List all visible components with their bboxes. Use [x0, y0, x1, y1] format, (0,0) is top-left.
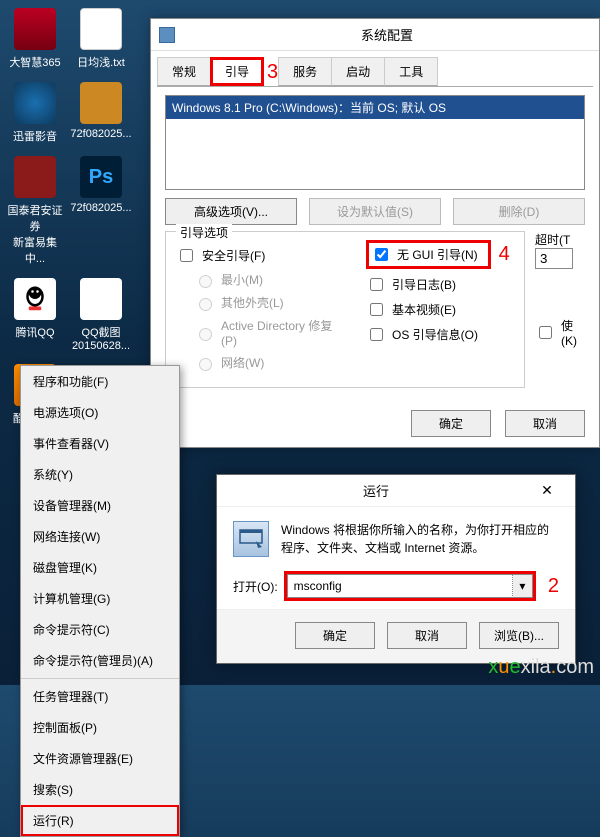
desktop-icon-qq[interactable]: 腾讯QQ: [4, 278, 66, 352]
run-icon: [233, 521, 269, 557]
icon-label: 72f082025...: [70, 128, 131, 140]
menu-programs-features[interactable]: 程序和功能(F): [21, 366, 179, 397]
msconfig-title: 系统配置: [183, 25, 591, 44]
tab-boot[interactable]: 引导: [210, 57, 264, 86]
boot-list[interactable]: Windows 8.1 Pro (C:\Windows)：当前 OS; 默认 O…: [165, 95, 585, 190]
timeout-input[interactable]: [535, 248, 573, 269]
safeboot-minimal: 最小(M): [194, 271, 346, 288]
msconfig-icon: [159, 27, 175, 43]
menu-run[interactable]: 运行(R): [21, 805, 179, 836]
menu-network[interactable]: 网络连接(W): [21, 521, 179, 552]
safeboot-shell: 其他外壳(L): [194, 294, 346, 311]
open-input[interactable]: [287, 574, 513, 598]
safeboot-checkbox[interactable]: 安全引导(F): [176, 246, 346, 265]
delete-button: 删除(D): [453, 198, 585, 225]
menu-cmd[interactable]: 命令提示符(C): [21, 614, 179, 645]
safeboot-ad: Active Directory 修复(P): [194, 317, 346, 348]
tab-services[interactable]: 服务: [278, 57, 332, 86]
open-label: 打开(O):: [233, 578, 278, 595]
tab-tools[interactable]: 工具: [384, 57, 438, 86]
desktop-icon-ps[interactable]: Ps 72f082025...: [70, 156, 132, 266]
desktop-icon-xunlei[interactable]: 迅雷影音: [4, 82, 66, 144]
tab-startup[interactable]: 启动: [331, 57, 385, 86]
menu-power-options[interactable]: 电源选项(O): [21, 397, 179, 428]
menu-task-manager[interactable]: 任务管理器(T): [21, 681, 179, 712]
menu-disk-mgmt[interactable]: 磁盘管理(K): [21, 552, 179, 583]
tabs: 常规 引导 3 服务 启动 工具: [157, 57, 593, 87]
menu-computer-mgmt[interactable]: 计算机管理(G): [21, 583, 179, 614]
group-title: 引导选项: [176, 224, 232, 241]
watermark: xuexila.com: [488, 656, 594, 679]
os-boot-info-checkbox[interactable]: OS 引导信息(O): [366, 325, 514, 344]
boot-log-checkbox[interactable]: 引导日志(B): [366, 275, 514, 294]
icon-label: 大智慧365: [9, 57, 60, 69]
icon-label: 腾讯QQ: [15, 327, 54, 339]
icon-label: 72f082025...: [70, 202, 131, 214]
menu-system[interactable]: 系统(Y): [21, 459, 179, 490]
desktop-icon-dzh[interactable]: 大智慧365: [4, 8, 66, 70]
icon-label: 日均浅.txt: [77, 57, 125, 69]
no-gui-boot-checkbox[interactable]: 无 GUI 引导(N): [366, 240, 491, 269]
dropdown-arrow-icon[interactable]: ▾: [513, 574, 533, 598]
run-description: Windows 将根据你所输入的名称，为你打开相应的程序、文件夹、文档或 Int…: [281, 521, 559, 557]
base-video-checkbox[interactable]: 基本视频(E): [366, 300, 514, 319]
annotation-3: 3: [267, 61, 278, 84]
ok-button[interactable]: 确定: [411, 410, 491, 437]
run-title: 运行: [225, 481, 527, 500]
make-permanent-checkbox[interactable]: 使 (K): [535, 317, 585, 348]
menu-explorer[interactable]: 文件资源管理器(E): [21, 743, 179, 774]
qq-icon: [20, 284, 50, 314]
desktop-icon-txt[interactable]: 日均浅.txt: [70, 8, 132, 70]
menu-event-viewer[interactable]: 事件查看器(V): [21, 428, 179, 459]
desktop-icon-img1[interactable]: 72f082025...: [70, 82, 132, 144]
desktop-icon-qqjt[interactable]: QQ截图 20150628...: [70, 278, 132, 352]
menu-cmd-admin[interactable]: 命令提示符(管理员)(A): [21, 645, 179, 676]
annotation-4: 4: [499, 243, 510, 266]
menu-control-panel[interactable]: 控制面板(P): [21, 712, 179, 743]
desktop-icon-gtja[interactable]: 国泰君安证券 新富易集中...: [4, 156, 66, 266]
advanced-options-button[interactable]: 高级选项(V)...: [165, 198, 297, 225]
icon-label: 国泰君安证券 新富易集中...: [8, 205, 63, 265]
run-ok-button[interactable]: 确定: [295, 622, 375, 649]
open-combobox[interactable]: ▾: [284, 571, 536, 601]
boot-entry[interactable]: Windows 8.1 Pro (C:\Windows)：当前 OS; 默认 O…: [166, 96, 584, 119]
timeout-column: 超时(T 使 (K): [535, 231, 585, 388]
winx-menu: 程序和功能(F) 电源选项(O) 事件查看器(V) 系统(Y) 设备管理器(M)…: [20, 365, 180, 837]
annotation-2: 2: [548, 575, 559, 598]
timeout-label: 超时(T: [535, 231, 585, 248]
menu-search[interactable]: 搜索(S): [21, 774, 179, 805]
msconfig-titlebar[interactable]: 系统配置: [151, 19, 599, 51]
icon-label: 迅雷影音: [13, 131, 57, 143]
boot-options-group: 引导选项 安全引导(F) 最小(M) 其他外壳(L): [165, 231, 525, 388]
run-titlebar[interactable]: 运行 ✕: [217, 475, 575, 507]
run-cancel-button[interactable]: 取消: [387, 622, 467, 649]
menu-divider: [21, 678, 179, 679]
close-button[interactable]: ✕: [527, 482, 567, 499]
run-browse-button[interactable]: 浏览(B)...: [479, 622, 559, 649]
msconfig-window: 系统配置 常规 引导 3 服务 启动 工具 Windows 8.1 Pro (C…: [150, 18, 600, 448]
safeboot-network: 网络(W): [194, 354, 346, 371]
run-dialog: 运行 ✕ Windows 将根据你所输入的名称，为你打开相应的程序、文件夹、文档…: [216, 474, 576, 664]
set-default-button: 设为默认值(S): [309, 198, 441, 225]
menu-device-manager[interactable]: 设备管理器(M): [21, 490, 179, 521]
cancel-button[interactable]: 取消: [505, 410, 585, 437]
icon-label: QQ截图 20150628...: [72, 327, 130, 352]
tab-general[interactable]: 常规: [157, 57, 211, 86]
